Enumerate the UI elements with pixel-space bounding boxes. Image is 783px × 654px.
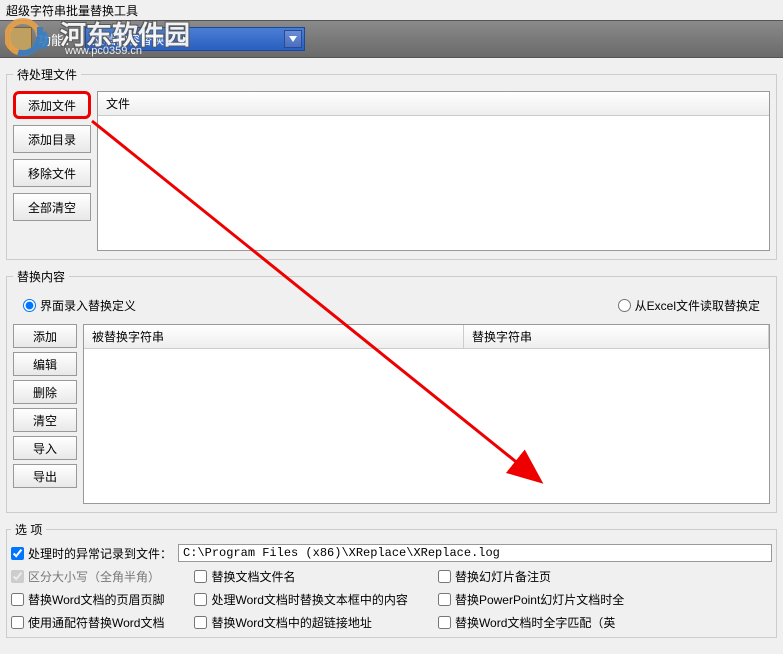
radio-excel-input[interactable]: 从Excel文件读取替换定 (618, 297, 760, 314)
col-replace-header: 替换字符串 (464, 325, 769, 348)
window-titlebar: 超级字符串批量替换工具 (0, 0, 783, 20)
options-fieldset: 选 项 处理时的异常记录到文件： 区分大小写（全角半角） 替换Word文档的页眉… (6, 521, 777, 638)
add-rule-button[interactable]: 添加 (13, 324, 77, 348)
wildcard-word-item[interactable]: 使用通配符替换Word文档 (11, 614, 164, 631)
word-fullmatch-checkbox[interactable] (438, 616, 451, 629)
replace-legend: 替换内容 (13, 268, 69, 285)
options-legend: 选 项 (11, 521, 46, 538)
window-title: 超级字符串批量替换工具 (6, 4, 138, 18)
replace-table[interactable]: 被替换字符串 替换字符串 (83, 324, 770, 504)
toolbar: 功能： 文档内容替换 (0, 20, 783, 58)
ppt-notes-item[interactable]: 替换幻灯片备注页 (438, 568, 624, 585)
ppt-notes-checkbox[interactable] (438, 570, 451, 583)
edit-rule-button[interactable]: 编辑 (13, 352, 77, 376)
replace-fieldset: 替换内容 界面录入替换定义 从Excel文件读取替换定 添加 编辑 删除 清空 … (6, 268, 777, 513)
export-rules-button[interactable]: 导出 (13, 464, 77, 488)
add-file-button[interactable]: 添加文件 (13, 91, 91, 119)
replace-filename-item[interactable]: 替换文档文件名 (194, 568, 407, 585)
wildcard-word-checkbox[interactable] (11, 616, 24, 629)
radio-excel[interactable] (618, 299, 631, 312)
toolbar-app-icon (8, 27, 32, 51)
chevron-down-icon[interactable] (284, 30, 302, 48)
word-header-checkbox[interactable] (11, 593, 24, 606)
case-sensitive-checkbox[interactable] (11, 570, 24, 583)
word-textbox-checkbox[interactable] (194, 593, 207, 606)
function-dropdown[interactable]: 文档内容替换 (85, 27, 305, 51)
word-fullmatch-label: 替换Word文档时全字匹配（英 (455, 614, 615, 631)
col-search-header: 被替换字符串 (84, 325, 464, 348)
word-hyperlink-checkbox[interactable] (194, 616, 207, 629)
file-list[interactable]: 文件 (97, 91, 770, 251)
log-checkbox-item[interactable]: 处理时的异常记录到文件： (11, 545, 172, 562)
clear-rules-button[interactable]: 清空 (13, 408, 77, 432)
word-hyperlink-item[interactable]: 替换Word文档中的超链接地址 (194, 614, 407, 631)
file-button-column: 添加文件 添加目录 移除文件 全部清空 (13, 91, 91, 251)
ppt-header-label: 替换PowerPoint幻灯片文档时全 (455, 591, 624, 608)
log-path-input[interactable] (178, 544, 772, 562)
case-sensitive-label: 区分大小写（全角半角） (28, 568, 160, 585)
word-hyperlink-label: 替换Word文档中的超链接地址 (211, 614, 371, 631)
add-dir-button[interactable]: 添加目录 (13, 125, 91, 153)
files-legend: 待处理文件 (13, 66, 81, 83)
replace-filename-checkbox[interactable] (194, 570, 207, 583)
delete-rule-button[interactable]: 删除 (13, 380, 77, 404)
word-textbox-label: 处理Word文档时替换文本框中的内容 (211, 591, 407, 608)
replace-filename-label: 替换文档文件名 (211, 568, 295, 585)
ppt-notes-label: 替换幻灯片备注页 (455, 568, 551, 585)
word-fullmatch-item[interactable]: 替换Word文档时全字匹配（英 (438, 614, 624, 631)
log-checkbox[interactable] (11, 547, 24, 560)
case-sensitive-item[interactable]: 区分大小写（全角半角） (11, 568, 164, 585)
word-textbox-item[interactable]: 处理Word文档时替换文本框中的内容 (194, 591, 407, 608)
clear-all-button[interactable]: 全部清空 (13, 193, 91, 221)
ppt-header-checkbox[interactable] (438, 593, 451, 606)
files-fieldset: 待处理文件 添加文件 添加目录 移除文件 全部清空 文件 (6, 66, 777, 260)
import-rules-button[interactable]: 导入 (13, 436, 77, 460)
toolbar-label: 功能： (38, 30, 77, 49)
radio-ui-input[interactable]: 界面录入替换定义 (23, 297, 136, 314)
dropdown-value: 文档内容替换 (92, 31, 164, 48)
word-header-label: 替换Word文档的页眉页脚 (28, 591, 164, 608)
radio-ui[interactable] (23, 299, 36, 312)
radio-excel-label: 从Excel文件读取替换定 (635, 297, 760, 314)
log-label: 处理时的异常记录到文件： (28, 545, 172, 562)
wildcard-word-label: 使用通配符替换Word文档 (28, 614, 164, 631)
word-header-item[interactable]: 替换Word文档的页眉页脚 (11, 591, 164, 608)
file-list-header: 文件 (98, 92, 769, 116)
remove-file-button[interactable]: 移除文件 (13, 159, 91, 187)
ppt-header-item[interactable]: 替换PowerPoint幻灯片文档时全 (438, 591, 624, 608)
radio-ui-label: 界面录入替换定义 (40, 297, 136, 314)
replace-button-column: 添加 编辑 删除 清空 导入 导出 (13, 324, 77, 504)
